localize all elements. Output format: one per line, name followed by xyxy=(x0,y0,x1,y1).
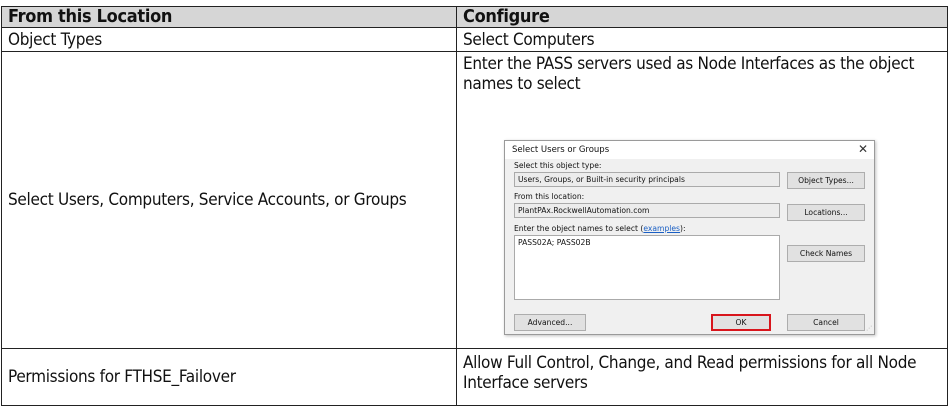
header-location-text: From this Location xyxy=(8,6,173,27)
row2-configure-text: Enter the PASS servers used as Node Inte… xyxy=(463,54,915,94)
object-type-field: Users, Groups, or Built-in security prin… xyxy=(514,172,780,187)
close-icon[interactable]: ✕ xyxy=(858,142,868,156)
row1-configure-text: Select Computers xyxy=(463,29,595,50)
select-users-dialog: Select Users or Groups ✕ Select this obj… xyxy=(504,140,875,335)
grid-line xyxy=(1,51,948,52)
row3-location: Permissions for FTHSE_Failover xyxy=(2,349,456,405)
names-label-end: ): xyxy=(680,224,686,233)
names-label-text: Enter the object names to select ( xyxy=(514,224,644,233)
row2-configure: Enter the PASS servers used as Node Inte… xyxy=(457,52,947,96)
object-names-input[interactable]: PASS02A; PASS02B xyxy=(514,235,780,300)
row3-configure-text: Allow Full Control, Change, and Read per… xyxy=(463,353,917,393)
row3-configure: Allow Full Control, Change, and Read per… xyxy=(457,349,947,405)
grid-line xyxy=(456,6,457,406)
row1-location-text: Object Types xyxy=(8,29,102,50)
header-location: From this Location xyxy=(2,7,456,27)
grid-line xyxy=(947,6,948,406)
object-type-label: Select this object type: xyxy=(514,161,602,170)
row3-location-text: Permissions for FTHSE_Failover xyxy=(8,367,236,387)
locations-button[interactable]: Locations... xyxy=(787,204,865,221)
location-field: PlantPAx.RockwellAutomation.com xyxy=(514,203,780,218)
grid-line xyxy=(1,348,948,349)
object-types-button[interactable]: Object Types... xyxy=(787,172,865,189)
row2-location: Select Users, Computers, Service Account… xyxy=(2,52,456,348)
header-configure: Configure xyxy=(457,7,947,27)
grid-line xyxy=(1,6,948,7)
dialog-body: Select this object type: Users, Groups, … xyxy=(505,159,874,334)
grid-line xyxy=(1,27,948,28)
row2-location-text: Select Users, Computers, Service Account… xyxy=(8,190,407,210)
names-label: Enter the object names to select (exampl… xyxy=(514,224,686,233)
check-names-button[interactable]: Check Names xyxy=(787,245,865,262)
dialog-title: Select Users or Groups xyxy=(512,145,610,155)
grid-line xyxy=(1,405,948,406)
grid-line xyxy=(1,6,2,406)
location-label: From this location: xyxy=(514,192,585,201)
header-configure-text: Configure xyxy=(463,6,550,27)
row1-location: Object Types xyxy=(2,28,456,51)
examples-link[interactable]: examples xyxy=(643,224,680,233)
ok-button[interactable]: OK xyxy=(711,314,771,331)
cancel-button[interactable]: Cancel xyxy=(787,314,865,331)
resize-grip-icon[interactable]: ⋰ xyxy=(866,325,872,332)
advanced-button[interactable]: Advanced... xyxy=(514,314,586,331)
row1-configure: Select Computers xyxy=(457,28,947,51)
